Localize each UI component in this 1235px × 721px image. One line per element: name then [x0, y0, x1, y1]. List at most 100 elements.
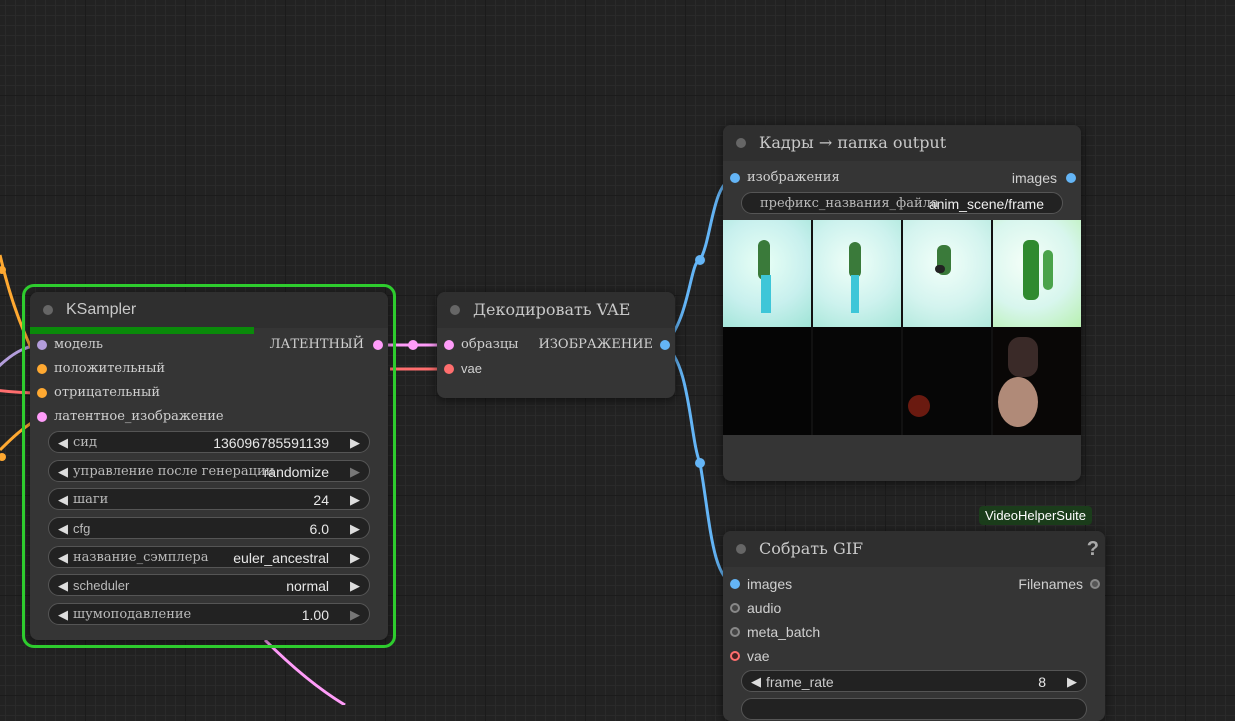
- decrement-arrow-icon[interactable]: ◀: [55, 547, 71, 569]
- conditioning-slot-icon[interactable]: [37, 388, 47, 398]
- increment-arrow-icon[interactable]: ▶: [347, 432, 363, 454]
- widget-value: randomize: [263, 464, 329, 480]
- decrement-arrow-icon[interactable]: ◀: [55, 432, 71, 454]
- decrement-arrow-icon[interactable]: ◀: [55, 518, 71, 540]
- frame-preview-8[interactable]: [993, 327, 1081, 435]
- input-label: images: [747, 576, 793, 592]
- wire-image-gif-mid: [695, 458, 705, 468]
- meta-batch-slot-icon[interactable]: [730, 627, 740, 637]
- help-icon[interactable]: ?: [1087, 531, 1099, 567]
- output-label: ИЗОБРАЖЕНИЕ: [538, 337, 654, 352]
- filenames-output-slot-icon[interactable]: [1090, 579, 1100, 589]
- increment-arrow-icon[interactable]: ▶: [1064, 671, 1080, 693]
- frame-preview-5[interactable]: [723, 327, 811, 435]
- collapse-dot[interactable]: [736, 138, 746, 148]
- decrement-arrow-icon[interactable]: ◀: [55, 604, 71, 626]
- widget-label: управление после генерации: [73, 464, 275, 479]
- increment-arrow-icon[interactable]: ▶: [347, 575, 363, 597]
- input-model[interactable]: модель ЛАТЕНТНЫЙ: [30, 335, 388, 355]
- increment-arrow-icon[interactable]: ▶: [347, 604, 363, 626]
- filename-prefix-widget[interactable]: префикс_названия_файла anim_scene/frame: [741, 192, 1063, 214]
- combine-gif-title-bar[interactable]: Собрать GIF ?: [723, 531, 1105, 567]
- vae-decode-node[interactable]: Декодировать VAE образцы ИЗОБРАЖЕНИЕ vae: [437, 292, 675, 398]
- frame-preview-3[interactable]: [903, 220, 991, 327]
- widget-label: scheduler: [73, 578, 130, 593]
- widget-label: сид: [73, 435, 97, 450]
- control-after-generate-widget[interactable]: ◀ управление после генерации randomize ▶: [48, 460, 370, 482]
- next-widget[interactable]: [741, 698, 1087, 720]
- image-output-slot-icon[interactable]: [660, 340, 670, 350]
- decrement-arrow-icon[interactable]: ◀: [55, 461, 71, 483]
- audio-slot-icon[interactable]: [730, 603, 740, 613]
- wire-image-frames-mid: [695, 255, 705, 265]
- vae-slot-icon[interactable]: [730, 651, 740, 661]
- frame-preview-4[interactable]: [993, 220, 1081, 327]
- increment-arrow-icon[interactable]: ▶: [347, 489, 363, 511]
- widget-value: 1.00: [301, 607, 329, 623]
- output-label: Filenames: [1018, 576, 1083, 592]
- ksampler-node[interactable]: KSampler модель ЛАТЕНТНЫЙ положительный …: [22, 284, 396, 648]
- save-frames-node[interactable]: Кадры → папка output изображения images …: [723, 125, 1081, 481]
- vae-slot-icon[interactable]: [444, 364, 454, 374]
- output-label: images: [1011, 170, 1057, 186]
- sampler-name-widget[interactable]: ◀ название_сэмплера euler_ancestral ▶: [48, 546, 370, 568]
- wire-dot-2: [0, 453, 6, 461]
- latent-output-slot-icon[interactable]: [373, 340, 383, 350]
- image-slot-icon[interactable]: [730, 579, 740, 589]
- conditioning-slot-icon[interactable]: [37, 364, 47, 374]
- seed-widget[interactable]: ◀ сид 136096785591139 ▶: [48, 431, 370, 453]
- collapse-dot[interactable]: [450, 305, 460, 315]
- scheduler-widget[interactable]: ◀ scheduler normal ▶: [48, 574, 370, 596]
- input-label: vae: [747, 648, 770, 664]
- model-slot-icon[interactable]: [37, 340, 47, 350]
- save-frames-title-bar[interactable]: Кадры → папка output: [723, 125, 1081, 161]
- input-label: audio: [747, 600, 782, 616]
- frame-preview-6[interactable]: [813, 327, 901, 435]
- input-label: vae: [461, 361, 482, 376]
- increment-arrow-icon[interactable]: ▶: [347, 518, 363, 540]
- input-label: meta_batch: [747, 624, 821, 640]
- input-label: латентное_изображение: [54, 409, 224, 424]
- input-label: изображения: [747, 170, 840, 185]
- image-output-slot-icon[interactable]: [1066, 173, 1076, 183]
- steps-widget[interactable]: ◀ шаги 24 ▶: [48, 488, 370, 510]
- frame-preview-7[interactable]: [903, 327, 991, 435]
- combine-gif-node[interactable]: Собрать GIF ? images Filenames audio met…: [723, 531, 1105, 721]
- denoise-widget[interactable]: ◀ шумоподавление 1.00 ▶: [48, 603, 370, 625]
- input-images[interactable]: изображения images: [723, 168, 1081, 188]
- image-slot-icon[interactable]: [730, 173, 740, 183]
- increment-arrow-icon[interactable]: ▶: [347, 461, 363, 483]
- widget-label: префикс_названия_файла: [760, 196, 939, 211]
- input-label: модель: [54, 337, 103, 352]
- increment-arrow-icon[interactable]: ▶: [347, 547, 363, 569]
- output-label: ЛАТЕНТНЫЙ: [269, 337, 364, 352]
- latent-slot-icon[interactable]: [37, 412, 47, 422]
- widget-label: шаги: [73, 492, 109, 507]
- decrement-arrow-icon[interactable]: ◀: [55, 489, 71, 511]
- widget-value: normal: [286, 578, 329, 594]
- ksampler-title: KSampler: [66, 301, 137, 318]
- frame-rate-widget[interactable]: ◀ frame_rate 8 ▶: [741, 670, 1087, 692]
- progress-bar: [30, 327, 254, 334]
- ksampler-title-bar[interactable]: KSampler: [30, 292, 388, 328]
- widget-value: 24: [313, 492, 329, 508]
- vae-decode-title: Декодировать VAE: [473, 300, 631, 319]
- combine-gif-title: Собрать GIF: [759, 539, 864, 558]
- input-images[interactable]: images Filenames: [723, 574, 1105, 594]
- input-label: положительный: [54, 361, 166, 376]
- vae-decode-title-bar[interactable]: Декодировать VAE: [437, 292, 675, 328]
- widget-value: 8: [1038, 674, 1046, 690]
- collapse-dot[interactable]: [736, 544, 746, 554]
- input-samples[interactable]: образцы ИЗОБРАЖЕНИЕ: [437, 335, 675, 355]
- cfg-widget[interactable]: ◀ cfg 6.0 ▶: [48, 517, 370, 539]
- decrement-arrow-icon[interactable]: ◀: [748, 671, 764, 693]
- latent-slot-icon[interactable]: [444, 340, 454, 350]
- widget-value: 136096785591139: [213, 435, 329, 451]
- frame-preview-2[interactable]: [813, 220, 901, 327]
- widget-label: шумоподавление: [73, 607, 192, 622]
- widget-value: anim_scene/frame: [928, 196, 1044, 212]
- collapse-dot[interactable]: [43, 305, 53, 315]
- frame-preview-1[interactable]: [723, 220, 811, 327]
- decrement-arrow-icon[interactable]: ◀: [55, 575, 71, 597]
- frame-preview-grid[interactable]: [723, 220, 1081, 435]
